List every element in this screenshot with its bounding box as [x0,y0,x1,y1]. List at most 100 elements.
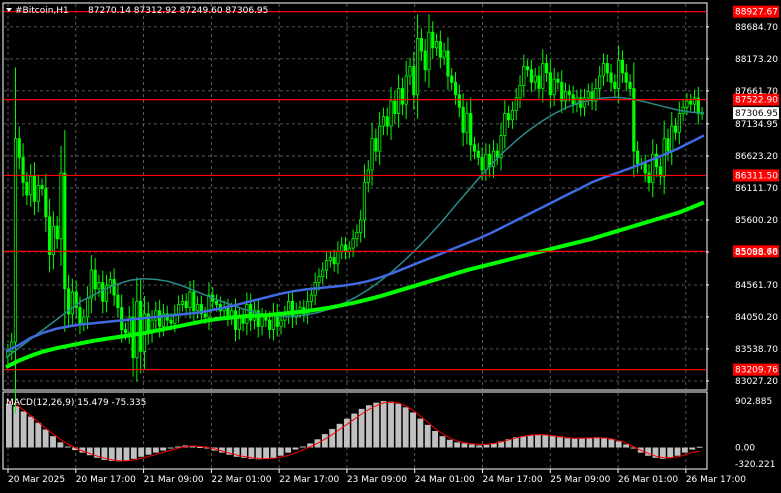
price-tick-label: 86111.70 [735,184,778,194]
candle-body [423,50,427,71]
candle-body [431,31,435,49]
candle-body [317,275,321,283]
macd-histogram-bar [667,447,674,458]
candle-body [491,150,496,168]
candle-body [32,175,37,202]
candle-body [408,66,412,77]
candle-body [264,316,268,321]
candle-body [518,84,522,99]
time-tick-label: 20 Mar 2025 [8,475,65,485]
macd-histogram-bar [263,447,270,459]
macd-histogram-bar [674,447,681,456]
time-tick-label: 23 Mar 09:00 [347,475,407,485]
ma-fast-line [5,96,705,359]
candle-body [226,307,230,318]
candle-body [472,144,477,152]
macd-histogram-bar [579,438,585,448]
macd-histogram-bar [373,402,380,448]
candle-body [476,150,480,158]
macd-histogram-bar [270,447,277,458]
candle-body [203,313,207,318]
candle-body [332,257,336,265]
candle-body [89,269,93,299]
candle-body [82,316,86,324]
candle-body [427,31,431,71]
candle-body [169,319,173,324]
time-tick-label: 22 Mar 01:00 [211,475,271,485]
candlestick-series[interactable] [6,14,704,414]
candle-body [108,279,112,287]
candle-body [685,100,689,108]
price-tick-label: 86623.20 [735,152,778,162]
candle-body [495,150,499,158]
candle-body [245,304,249,324]
candle-body [484,153,488,171]
candle-body [51,225,56,255]
candle-body [522,66,526,86]
macd-histogram-bar [593,437,600,448]
candle-body [192,291,196,312]
candle-body [643,163,647,174]
macd-histogram-bar [601,437,607,448]
macd-scale-label: -320.221 [735,460,775,470]
candle-body [381,116,386,127]
macd-histogram-bar [380,401,387,448]
candle-body [260,316,264,327]
candle-body [63,172,67,290]
candle-body [613,81,617,89]
macd-histogram-bar [358,408,365,448]
candle-body [85,297,90,318]
candle-body [628,81,632,89]
candle-body [139,300,143,352]
candle-body [636,150,640,165]
macd-histogram-bar [439,436,446,448]
chart-canvas[interactable]: 902.885 0.00 -320.221 88927.67 87522.90 8631… [0,0,781,489]
price-axis: 88684.70 88173.20 87661.70 87134.95 86623.20… [706,23,778,387]
candle-body [214,300,219,305]
candle-body [309,294,313,302]
candle-body [442,50,446,58]
trading-chart-window[interactable]: 902.885 0.00 -320.221 88927.67 87522.90 8631… [0,0,781,489]
time-tick-label: 25 Mar 09:00 [550,475,610,485]
macd-histogram-bar [160,447,167,451]
macd-histogram-bar [542,435,549,448]
macd-histogram-bar [64,446,71,448]
macd-histogram-bar [483,444,490,448]
candle-body [461,106,465,133]
macd-histogram-bar [123,447,130,461]
macd-histogram-bar [402,407,409,448]
candle-body [601,63,606,77]
macd-label: MACD(12,26,9) 15.479 -75.335 [6,398,146,408]
candle-body [556,78,560,83]
candle-body [336,250,340,265]
macd-histogram-bar [424,424,431,448]
macd-histogram-bar [255,447,262,460]
candle-body [469,113,473,146]
macd-histogram-bar [527,435,534,448]
candle-body [389,100,393,127]
candle-body [355,232,359,240]
time-tick-label: 20 Mar 17:00 [76,475,136,485]
candle-body [560,81,564,102]
candle-body [195,304,200,312]
candle-body [116,294,120,309]
macd-histogram-bar [42,429,49,448]
macd-histogram-bar [586,437,593,448]
price-tick-label: 84050.20 [735,313,778,323]
macd-scale-label: 0.00 [735,444,755,454]
level-price-label: 88927.67 [735,8,778,18]
candle-body [537,75,541,89]
macd-histogram-bar [476,445,483,448]
candle-body [666,138,670,152]
candle-body [70,291,74,315]
candle-body [158,310,162,327]
symbol-label: #Bitcoin,H1 [15,6,69,16]
candle-body [529,69,533,83]
candle-body [351,238,355,249]
candle-body [526,66,530,71]
macd-histogram-bar [285,447,292,453]
macd-histogram-bar [277,447,284,456]
candle-body [552,78,556,96]
price-tick-label: 88684.70 [735,23,778,33]
macd-histogram-bar [615,441,622,448]
